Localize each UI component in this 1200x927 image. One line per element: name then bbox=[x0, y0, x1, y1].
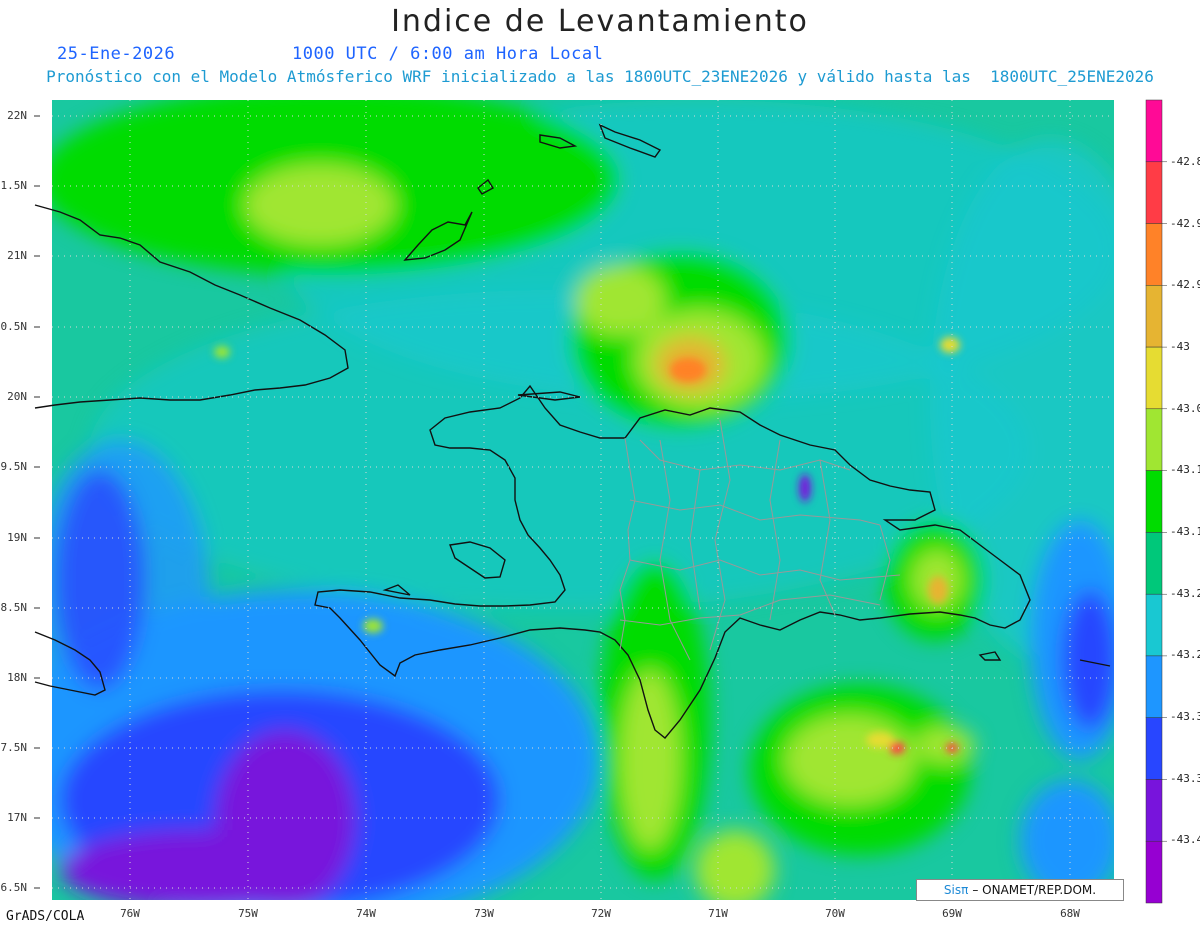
lat-label: 0.5N bbox=[0, 320, 28, 333]
lon-label: 70W bbox=[825, 907, 845, 920]
lon-label: 76W bbox=[120, 907, 140, 920]
credit-logo: Sisπ bbox=[943, 883, 969, 897]
colorbar-swatch bbox=[1145, 99, 1163, 163]
lat-label: 22N bbox=[7, 109, 27, 122]
lon-label: 71W bbox=[708, 907, 728, 920]
colorbar-swatch bbox=[1145, 408, 1163, 471]
colorbar bbox=[1145, 99, 1167, 904]
lon-label: 73W bbox=[474, 907, 494, 920]
colorbar-swatch bbox=[1145, 655, 1163, 718]
colorbar-label: -42.9 bbox=[1170, 217, 1200, 230]
lat-label: 8.5N bbox=[0, 601, 28, 614]
colorbar-swatch bbox=[1145, 470, 1163, 533]
colorbar-swatch bbox=[1145, 840, 1163, 904]
colorbar-label: -43.3 bbox=[1170, 772, 1200, 785]
lat-label: 20N bbox=[7, 390, 27, 403]
lon-label: 75W bbox=[238, 907, 258, 920]
footer-label: GrADS/COLA bbox=[6, 909, 85, 924]
colorbar-label: -43 bbox=[1170, 340, 1190, 353]
credit-box: Sisπ – ONAMET/REP.DOM. bbox=[916, 879, 1124, 901]
lon-label: 74W bbox=[356, 907, 376, 920]
lat-label: 18N bbox=[7, 671, 27, 684]
lat-label: 6.5N bbox=[0, 881, 28, 894]
field-layer bbox=[52, 100, 1114, 900]
colorbar-swatch bbox=[1145, 779, 1163, 842]
lifted-index-map bbox=[34, 99, 1167, 904]
lat-label: 1.5N bbox=[0, 179, 28, 192]
colorbar-label: -43.2 bbox=[1170, 648, 1200, 661]
colorbar-label: -43.4 bbox=[1170, 833, 1200, 846]
colorbar-swatch bbox=[1145, 161, 1163, 224]
colorbar-swatch bbox=[1145, 532, 1163, 595]
colorbar-label: -43.2 bbox=[1170, 587, 1200, 600]
credit-text: – ONAMET/REP.DOM. bbox=[972, 883, 1097, 897]
colorbar-label: -43.0 bbox=[1170, 402, 1200, 415]
colorbar-label: -43.3 bbox=[1170, 710, 1200, 723]
lon-label: 69W bbox=[942, 907, 962, 920]
colorbar-swatch bbox=[1145, 717, 1163, 780]
lon-label: 72W bbox=[591, 907, 611, 920]
lat-label: 17N bbox=[7, 811, 27, 824]
lat-label: 9.5N bbox=[0, 460, 28, 473]
lon-label: 68W bbox=[1060, 907, 1080, 920]
colorbar-swatch bbox=[1145, 285, 1163, 348]
axis-ticks bbox=[34, 115, 40, 889]
lat-label: 21N bbox=[7, 249, 27, 262]
colorbar-label: -43.1 bbox=[1170, 525, 1200, 538]
colorbar-swatch bbox=[1145, 223, 1163, 286]
colorbar-swatch bbox=[1145, 593, 1163, 657]
colorbar-swatch bbox=[1145, 346, 1163, 410]
colorbar-label: -42.8 bbox=[1170, 155, 1200, 168]
lat-label: 19N bbox=[7, 531, 27, 544]
colorbar-label: -42.9 bbox=[1170, 278, 1200, 291]
lat-label: 7.5N bbox=[0, 741, 28, 754]
colorbar-label: -43.1 bbox=[1170, 463, 1200, 476]
